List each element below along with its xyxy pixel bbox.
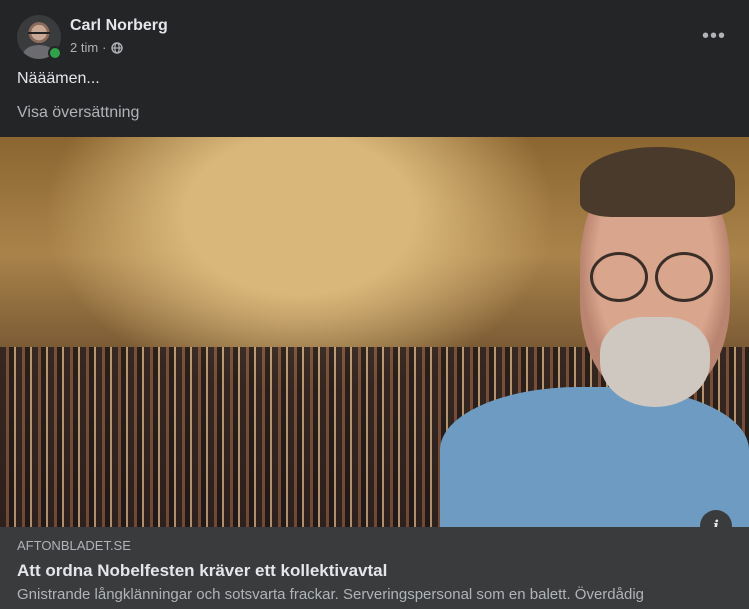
link-preview-image[interactable]	[0, 137, 749, 527]
post-card: Carl Norberg 2 tim · ••• Nääämen... Visa…	[0, 0, 749, 609]
avatar-glasses	[28, 32, 50, 40]
portrait-glasses-left	[590, 252, 648, 302]
see-translation-link[interactable]: Visa översättning	[17, 104, 139, 122]
post-header: Carl Norberg 2 tim · •••	[17, 15, 732, 61]
author-name[interactable]: Carl Norberg	[70, 17, 168, 35]
post-time[interactable]: 2 tim	[70, 40, 98, 55]
portrait-glasses-right	[655, 252, 713, 302]
link-headline[interactable]: Att ordna Nobelfesten kräver ett kollekt…	[17, 561, 387, 581]
post-text: Nääämen...	[17, 70, 100, 87]
portrait-photo	[440, 137, 749, 527]
meta-separator: ·	[102, 40, 107, 55]
globe-icon[interactable]	[110, 41, 123, 54]
link-preview-meta[interactable]: AFTONBLADET.SE Att ordna Nobelfesten krä…	[0, 527, 749, 609]
link-description: Gnistrande långklänningar och sotsvarta …	[17, 586, 645, 603]
more-icon: •••	[701, 24, 726, 47]
more-options-button[interactable]: •••	[696, 18, 732, 54]
link-domain: AFTONBLADET.SE	[17, 538, 131, 553]
post-meta: 2 tim ·	[70, 40, 123, 55]
online-status-dot	[48, 46, 62, 60]
portrait-beard	[600, 317, 710, 407]
portrait-shirt	[440, 387, 749, 527]
portrait-hair	[580, 147, 735, 217]
